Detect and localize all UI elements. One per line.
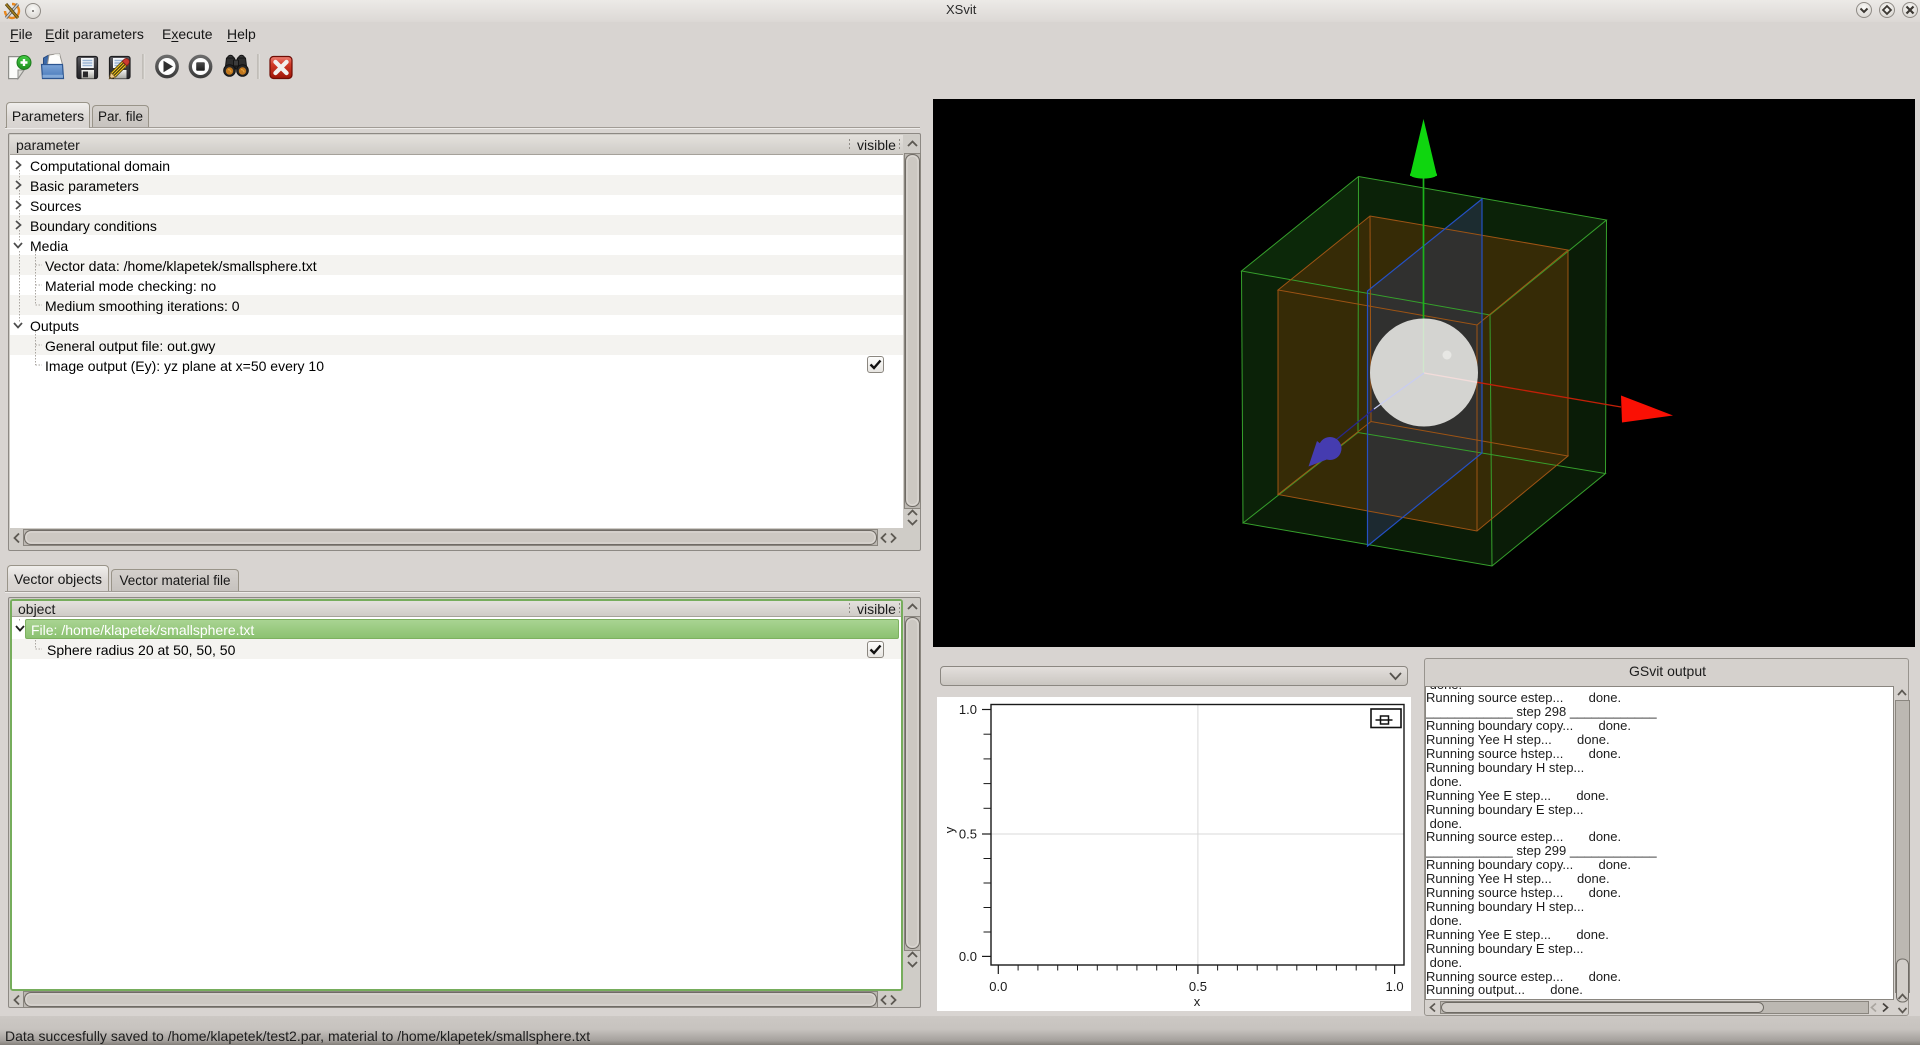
svg-text:0.0: 0.0: [959, 949, 977, 964]
svg-text:0.5: 0.5: [1189, 979, 1207, 994]
svg-text:x: x: [1194, 994, 1201, 1009]
svg-text:1.0: 1.0: [1386, 979, 1404, 994]
svg-text:0.5: 0.5: [959, 827, 977, 842]
svg-text:1.0: 1.0: [959, 702, 977, 717]
svg-text:y: y: [942, 826, 957, 833]
svg-text:0.0: 0.0: [989, 979, 1007, 994]
